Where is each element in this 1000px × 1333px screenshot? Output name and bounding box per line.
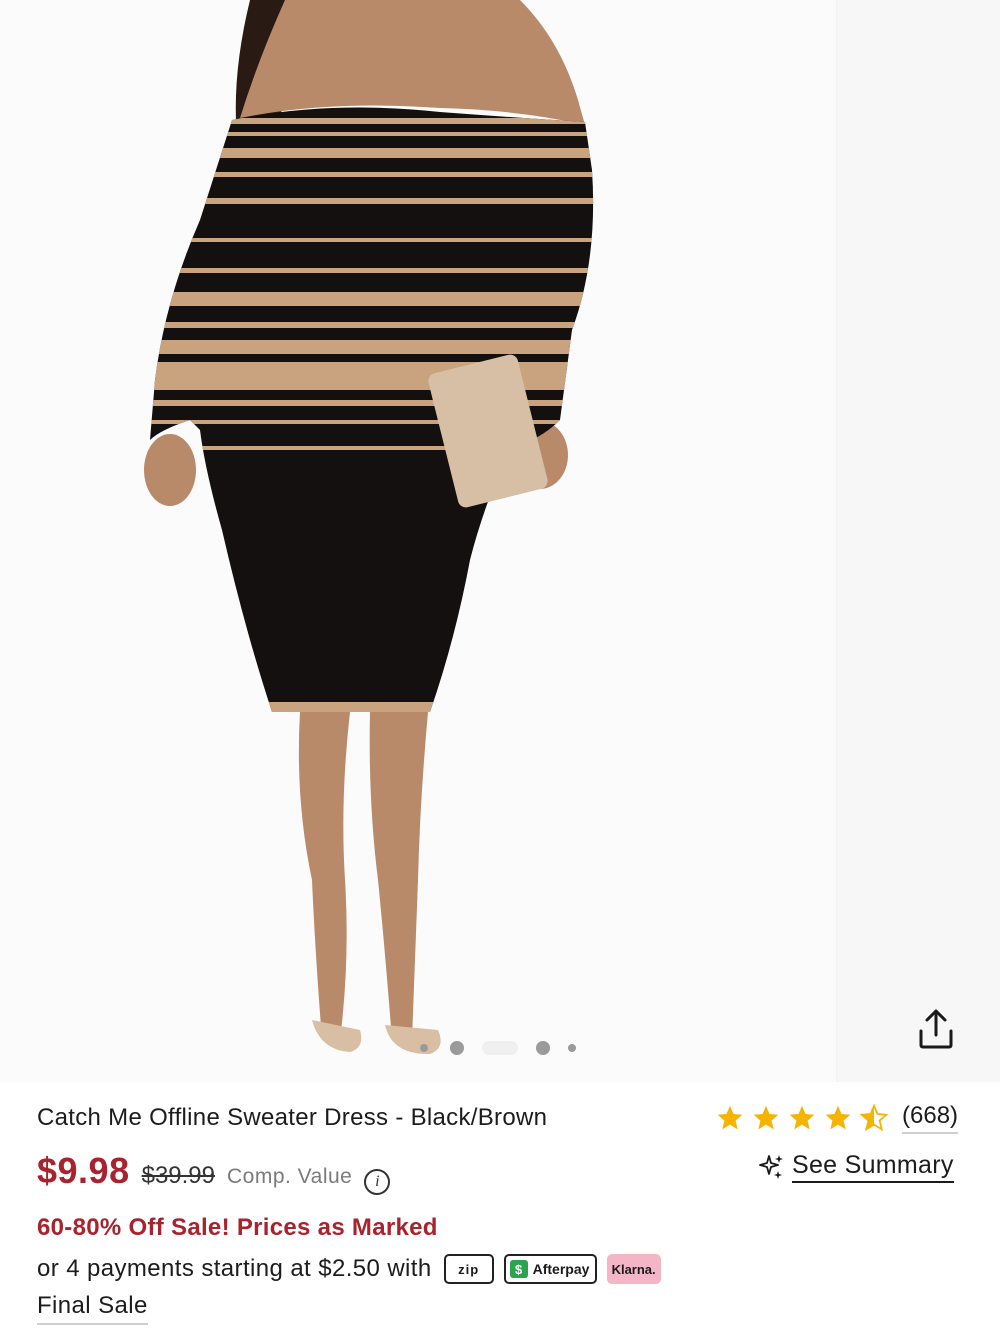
- product-image-next[interactable]: [838, 0, 1000, 1082]
- afterpay-label: Afterpay: [532, 1261, 590, 1277]
- final-sale-label[interactable]: Final Sale: [37, 1292, 148, 1325]
- gallery-dot[interactable]: [450, 1041, 464, 1055]
- gallery-dot[interactable]: [536, 1041, 550, 1055]
- original-price: $39.99: [141, 1162, 215, 1189]
- star-icon: [789, 1105, 815, 1130]
- star-icon: [825, 1105, 851, 1130]
- comp-value-label: Comp. Value: [227, 1165, 353, 1188]
- zip-logo-text: zip: [458, 1261, 480, 1277]
- product-title: Catch Me Offline Sweater Dress - Black/B…: [37, 1104, 548, 1131]
- rating-stars: [716, 1104, 888, 1132]
- model-photo: [144, 0, 594, 1055]
- klarna-label: Klarna.: [611, 1261, 656, 1277]
- info-icon[interactable]: i: [364, 1169, 391, 1195]
- sale-price: $9.98: [37, 1150, 130, 1191]
- star-icon: [717, 1105, 743, 1130]
- installments-text: or 4 payments starting at $2.50 with: [37, 1255, 432, 1282]
- product-rating[interactable]: (668): [716, 1100, 959, 1136]
- gallery-dot-active[interactable]: [482, 1041, 518, 1055]
- afterpay-badge[interactable]: $ Afterpay: [503, 1254, 597, 1284]
- see-summary-link[interactable]: See Summary: [758, 1150, 954, 1184]
- dollar-icon: $: [509, 1260, 528, 1278]
- promo-banner: 60-80% Off Sale! Prices as Marked: [37, 1214, 438, 1241]
- star-icon: [753, 1105, 779, 1130]
- gallery-dot[interactable]: [568, 1044, 576, 1052]
- share-icon: [919, 1009, 953, 1049]
- installments-row: or 4 payments starting at $2.50 with zip…: [37, 1252, 661, 1286]
- share-button[interactable]: [908, 1000, 964, 1056]
- klarna-badge[interactable]: Klarna.: [606, 1254, 661, 1284]
- star-half-icon: [860, 1104, 888, 1132]
- review-count-link[interactable]: (668): [902, 1102, 959, 1134]
- zip-badge[interactable]: zip: [443, 1254, 494, 1284]
- see-summary-label: See Summary: [792, 1151, 954, 1183]
- gallery-dot[interactable]: [420, 1044, 428, 1052]
- price-row: $9.98 $39.99 Comp. Value i: [37, 1150, 391, 1195]
- product-image-gallery[interactable]: [0, 0, 1000, 1082]
- sparkle-icon: [759, 1155, 783, 1179]
